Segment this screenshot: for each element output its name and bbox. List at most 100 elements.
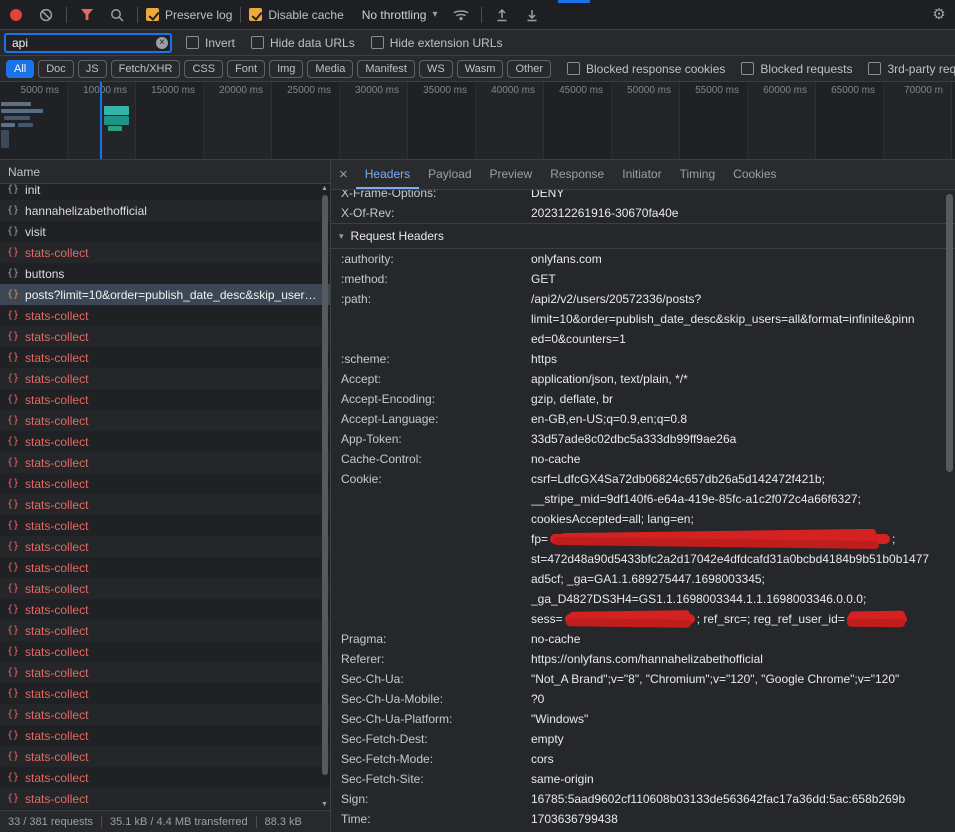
settings-button[interactable]: ⚙ [927, 3, 951, 27]
checkbox-box[interactable] [741, 62, 754, 75]
header-value-text: application/json, text/plain, */* [531, 372, 688, 386]
type-filter-fetch-xhr[interactable]: Fetch/XHR [111, 60, 181, 78]
request-row[interactable]: {}stats-collect [0, 620, 330, 641]
request-row[interactable]: {}stats-collect [0, 704, 330, 725]
tab-cookies[interactable]: Cookies [724, 160, 785, 189]
braces-icon: {} [7, 247, 19, 258]
request-row[interactable]: {}stats-collect [0, 599, 330, 620]
type-filter-media[interactable]: Media [307, 60, 353, 78]
throttling-select[interactable]: No throttling ▾ [356, 6, 444, 24]
tab-payload[interactable]: Payload [419, 160, 480, 189]
request-row[interactable]: {}visit [0, 221, 330, 242]
type-filter-wasm[interactable]: Wasm [457, 60, 504, 78]
tab-headers[interactable]: Headers [356, 160, 419, 189]
request-row[interactable]: {}hannahelizabethofficial [0, 200, 330, 221]
type-filter-img[interactable]: Img [269, 60, 303, 78]
request-list-scrollbar[interactable]: ▲ ▼ [320, 184, 330, 810]
request-row[interactable]: {}stats-collect [0, 683, 330, 704]
export-har-button[interactable] [520, 3, 544, 27]
name-column-header[interactable]: Name [0, 160, 330, 184]
scrollbar-thumb[interactable] [322, 195, 328, 775]
request-row[interactable]: {}stats-collect [0, 557, 330, 578]
type-filter-manifest[interactable]: Manifest [357, 60, 415, 78]
hide-data-urls-checkbox[interactable]: Hide data URLs [251, 36, 355, 50]
tab-timing[interactable]: Timing [671, 160, 725, 189]
dropdown-arrow-icon: ▾ [432, 9, 437, 20]
type-filter-font[interactable]: Font [227, 60, 265, 78]
tab-preview[interactable]: Preview [481, 160, 542, 189]
request-row[interactable]: {}stats-collect [0, 431, 330, 452]
tab-response[interactable]: Response [541, 160, 613, 189]
type-filter-doc[interactable]: Doc [38, 60, 74, 78]
request-row[interactable]: {}stats-collect [0, 746, 330, 767]
checkbox-box[interactable] [567, 62, 580, 75]
request-name: stats-collect [25, 624, 330, 638]
hide-extension-urls-checkbox[interactable]: Hide extension URLs [371, 36, 503, 50]
checkbox-box[interactable] [146, 8, 159, 21]
import-har-button[interactable] [490, 3, 514, 27]
request-row[interactable]: {}stats-collect [0, 326, 330, 347]
record-icon [10, 9, 22, 21]
checkbox-box[interactable] [251, 36, 264, 49]
request-row[interactable]: {}stats-collect [0, 725, 330, 746]
type-filter-css[interactable]: CSS [184, 60, 223, 78]
scroll-down-icon[interactable]: ▼ [321, 801, 328, 809]
disable-cache-checkbox[interactable]: Disable cache [249, 8, 343, 22]
blocked-requests-checkbox[interactable]: Blocked requests [741, 62, 852, 76]
search-button[interactable] [105, 3, 129, 27]
request-row[interactable]: {}stats-collect [0, 494, 330, 515]
type-filter-other[interactable]: Other [507, 60, 551, 78]
request-name: stats-collect [25, 498, 330, 512]
request-row[interactable]: {}stats-collect [0, 389, 330, 410]
details-tab-bar: × HeadersPayloadPreviewResponseInitiator… [331, 160, 955, 190]
request-row[interactable]: {}stats-collect [0, 515, 330, 536]
scroll-up-icon[interactable]: ▲ [321, 185, 328, 193]
request-row[interactable]: {}stats-collect [0, 305, 330, 326]
checkbox-box[interactable] [868, 62, 881, 75]
request-row[interactable]: {}stats-collect [0, 347, 330, 368]
filter-button[interactable] [75, 3, 99, 27]
toolbar-separator [66, 7, 67, 23]
request-row[interactable]: {}stats-collect [0, 578, 330, 599]
type-filter-js[interactable]: JS [78, 60, 107, 78]
tab-initiator[interactable]: Initiator [613, 160, 670, 189]
record-button[interactable] [4, 3, 28, 27]
request-row[interactable]: {}buttons [0, 263, 330, 284]
details-scrollbar[interactable] [945, 192, 954, 830]
blocked-response-cookies-checkbox[interactable]: Blocked response cookies [567, 62, 725, 76]
scrollbar-thumb[interactable] [946, 194, 953, 472]
type-filter-all[interactable]: All [6, 60, 34, 78]
checkbox-box[interactable] [249, 8, 262, 21]
header-value: csrf=LdfcGX4Sa72db06824c657db26a5d142472… [531, 469, 955, 629]
checkbox-box[interactable] [186, 36, 199, 49]
close-details-button[interactable]: × [339, 167, 348, 182]
3rd-party-requests-checkbox[interactable]: 3rd-party requests [868, 62, 955, 76]
network-conditions-button[interactable] [449, 3, 473, 27]
type-filter-ws[interactable]: WS [419, 60, 453, 78]
request-row[interactable]: {}stats-collect [0, 473, 330, 494]
checkbox-box[interactable] [371, 36, 384, 49]
timeline-overview[interactable]: 5000 ms10000 ms15000 ms20000 ms25000 ms3… [0, 82, 955, 160]
header-value-line: application/json, text/plain, */* [531, 369, 955, 389]
request-headers-section-toggle[interactable]: ▾ Request Headers [331, 223, 955, 249]
request-row[interactable]: {}stats-collect [0, 536, 330, 557]
request-name: stats-collect [25, 393, 330, 407]
request-name: stats-collect [25, 561, 330, 575]
preserve-log-checkbox[interactable]: Preserve log [146, 8, 232, 22]
request-row[interactable]: {}stats-collect [0, 452, 330, 473]
invert-checkbox[interactable]: Invert [186, 36, 235, 50]
request-row[interactable]: {}stats-collect [0, 788, 330, 809]
clear-button[interactable] [34, 3, 58, 27]
request-row[interactable]: {}stats-collect [0, 767, 330, 788]
clear-filter-icon[interactable]: × [156, 37, 168, 49]
request-row[interactable]: {}stats-collect [0, 641, 330, 662]
braces-icon: {} [7, 604, 19, 615]
request-row[interactable]: {}init [0, 184, 330, 200]
request-row[interactable]: {}stats-collect [0, 410, 330, 431]
request-row[interactable]: {}stats-collect [0, 368, 330, 389]
request-row[interactable]: {}stats-collect [0, 242, 330, 263]
request-row[interactable]: {}posts?limit=10&order=publish_date_desc… [0, 284, 330, 305]
filter-input[interactable] [4, 33, 172, 53]
header-value: DENY [531, 190, 955, 203]
request-row[interactable]: {}stats-collect [0, 662, 330, 683]
